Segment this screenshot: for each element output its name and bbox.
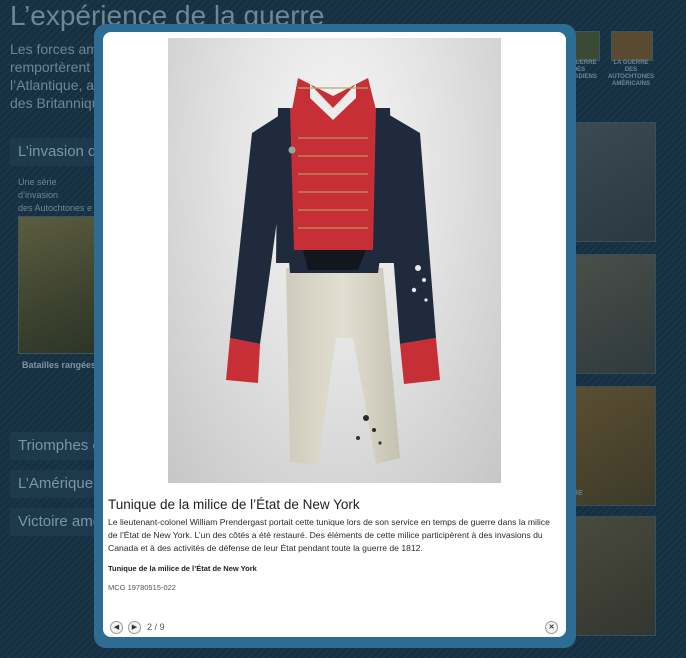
bg-card-3[interactable] xyxy=(566,386,656,506)
artifact-id: MCG 19780515-022 xyxy=(108,583,176,592)
bg-card-2[interactable] xyxy=(566,254,656,374)
close-icon: ✕ xyxy=(548,624,555,631)
artifact-photo xyxy=(168,38,501,483)
nav-thumb-autochtones[interactable] xyxy=(611,31,653,61)
section-desc-line: des Autochtones e xyxy=(18,203,93,213)
close-button[interactable]: ✕ xyxy=(545,621,558,634)
nav-label-line: DES xyxy=(624,67,638,73)
artifact-label: Tunique de la milice de l’État de New Yo… xyxy=(108,564,257,573)
nav-label-autochtones: LA GUERRE DES AUTOCHTONES AMÉRICAINS xyxy=(605,60,657,88)
arrow-right-icon: ▶ xyxy=(131,624,138,631)
arrow-left-icon: ◀ xyxy=(113,624,120,631)
bg-card-4[interactable] xyxy=(566,516,656,636)
tunic-illustration xyxy=(226,78,440,466)
artifact-description: Le lieutenant-colonel William Prendergas… xyxy=(108,517,550,553)
nav-label-line: AMÉRICAINS xyxy=(611,81,650,87)
bg-card-1[interactable] xyxy=(566,122,656,242)
thumbnail-label: Batailles rangées xyxy=(22,360,97,370)
slide-counter: 2 / 9 xyxy=(147,622,165,632)
nav-label-line: LA GUERRE xyxy=(613,60,649,66)
prev-button[interactable]: ◀ xyxy=(110,621,123,634)
section-desc-line: Une série d’invasion xyxy=(18,177,59,200)
artifact-title: Tunique de la milice de l’État de New Yo… xyxy=(108,497,360,512)
thumbnail-batailles[interactable] xyxy=(18,216,96,354)
nav-label-line: AUTOCHTONES xyxy=(607,74,655,80)
next-button[interactable]: ▶ xyxy=(128,621,141,634)
section-description: Une série d’invasion des Autochtones e xyxy=(18,176,98,215)
lightbox-modal: Tunique de la milice de l’État de New Yo… xyxy=(103,32,566,637)
